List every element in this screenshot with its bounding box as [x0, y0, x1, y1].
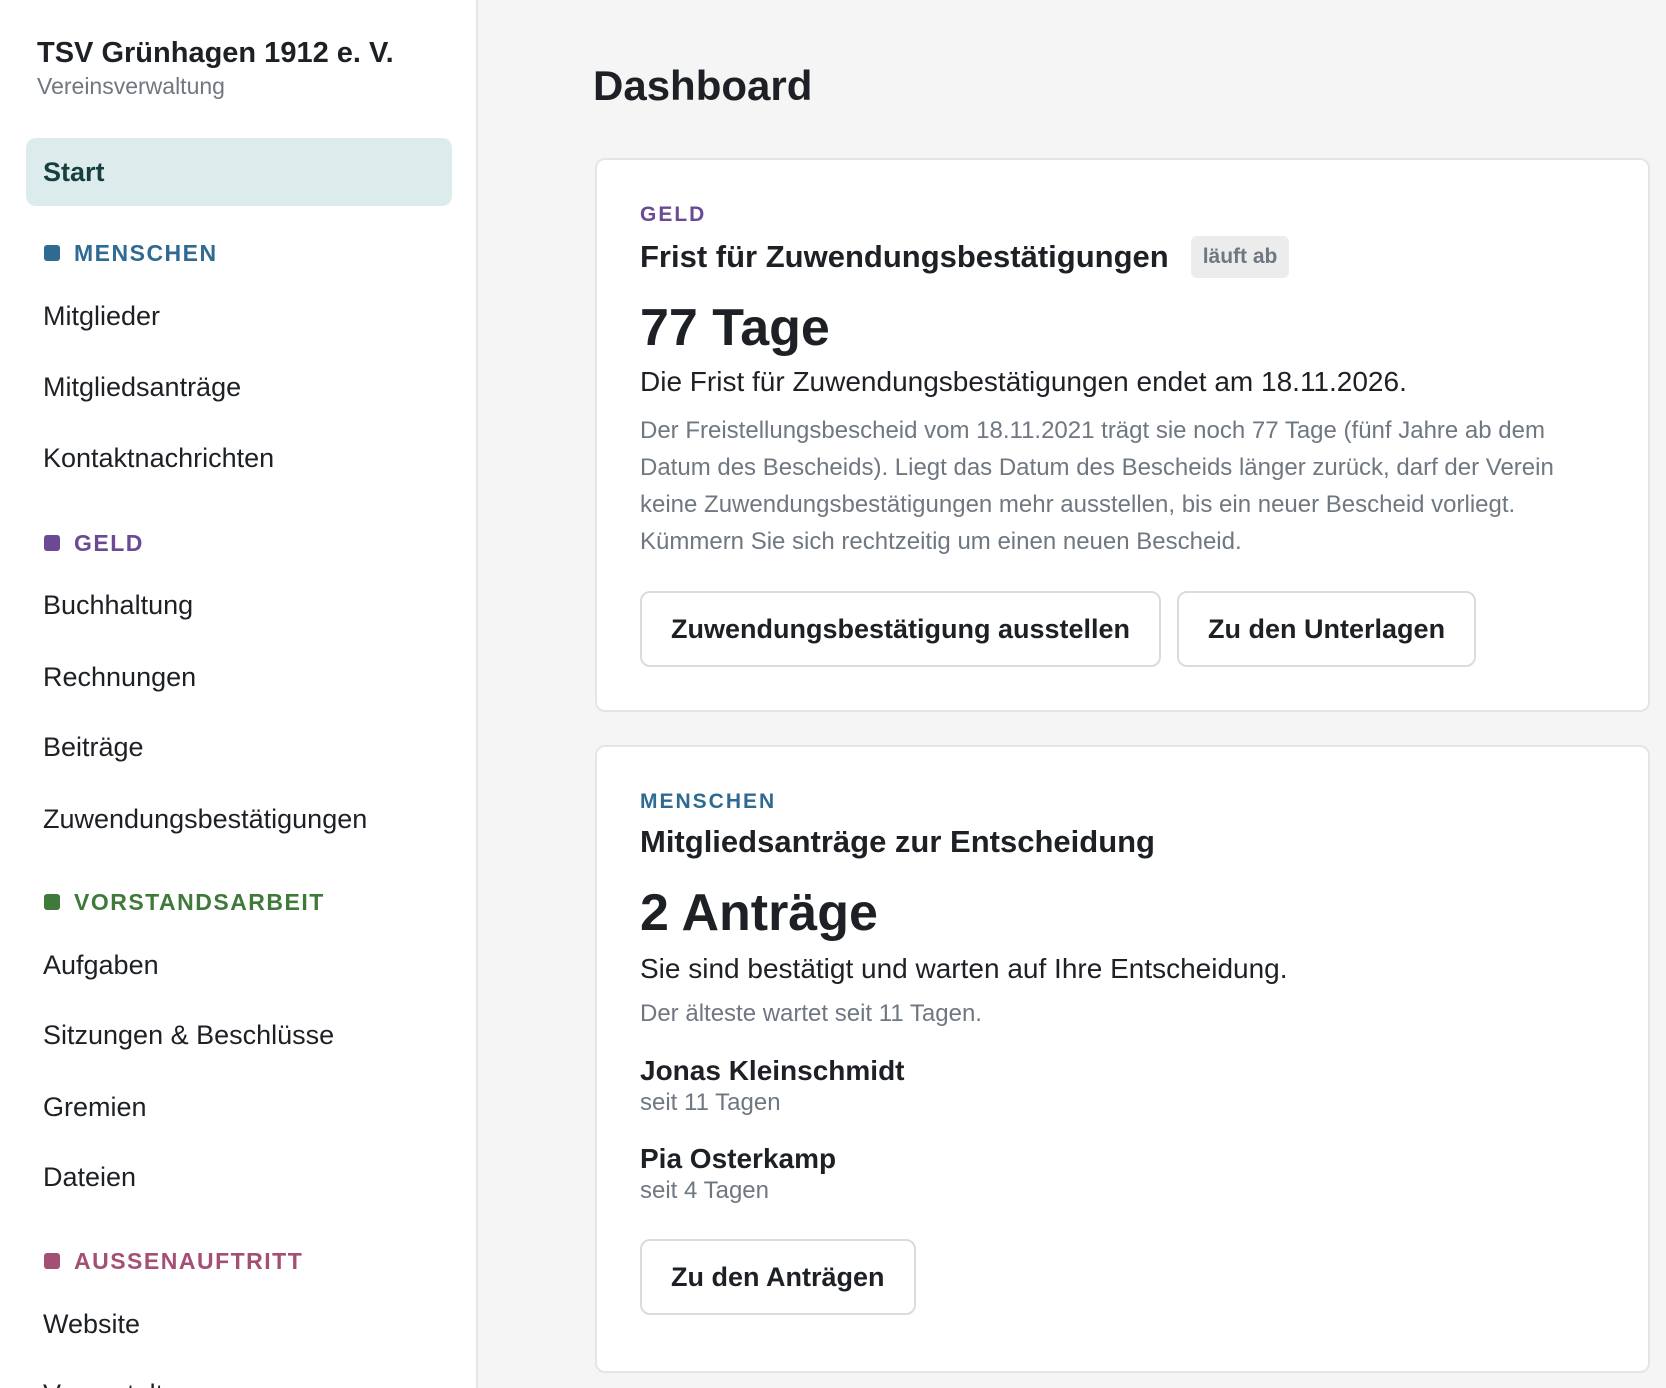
card-category: MENSCHEN: [640, 790, 777, 813]
applications-description: Der älteste wartet seit 11 Tagen.: [640, 1000, 982, 1027]
menschen-marker-icon: [44, 245, 60, 261]
nav-section-geld: GELD: [44, 528, 144, 558]
nav-item-zuwendungsbestaetigungen[interactable]: Zuwendungsbestätigungen: [26, 785, 452, 853]
nav-item-start[interactable]: Start: [26, 138, 452, 206]
page-title: Dashboard: [593, 62, 813, 109]
list-item[interactable]: Pia Osterkamp seit 4 Tagen: [640, 1142, 1605, 1206]
nav-item-sitzungen[interactable]: Sitzungen & Beschlüsse: [26, 1001, 452, 1069]
nav-section-label: VORSTANDSARBEIT: [74, 888, 325, 915]
card-title: Mitgliedsanträge zur Entscheidung: [640, 824, 1155, 859]
geld-marker-icon: [44, 535, 60, 551]
aussen-marker-icon: [44, 1253, 60, 1269]
nav-section-aussenauftritt: AUSSENAUFTRITT: [44, 1246, 303, 1276]
sidebar: TSV Grünhagen 1912 e. V. Vereinsverwaltu…: [0, 0, 478, 1388]
nav-item-website[interactable]: Website: [26, 1290, 452, 1358]
org-header: TSV Grünhagen 1912 e. V. Vereinsverwaltu…: [37, 35, 394, 101]
applications-count: 2 Anträge: [640, 884, 878, 942]
nav-item-rechnungen[interactable]: Rechnungen: [26, 643, 452, 711]
nav-item-mitgliedsantraege[interactable]: Mitgliedsanträge: [26, 353, 452, 421]
nav-item-aufgaben[interactable]: Aufgaben: [26, 931, 452, 999]
nav-item-gremien[interactable]: Gremien: [26, 1073, 452, 1141]
applicant-name: Pia Osterkamp: [640, 1143, 837, 1174]
list-item[interactable]: Jonas Kleinschmidt seit 11 Tagen: [640, 1054, 1605, 1118]
issue-donation-receipt-button[interactable]: Zuwendungsbestätigung ausstellen: [640, 591, 1162, 667]
nav-section-label: AUSSENAUFTRITT: [74, 1247, 304, 1274]
card-category: GELD: [640, 203, 707, 226]
nav-item-kontaktnachrichten[interactable]: Kontaktnachrichten: [26, 424, 452, 492]
deadline-card: GELD Frist für Zuwendungsbestätigungen l…: [595, 158, 1650, 712]
deadline-description: Der Freistellungsbescheid vom 18.11.2021…: [640, 417, 1554, 555]
deadline-value: 77 Tage: [640, 299, 830, 357]
applications-button[interactable]: Zu den Anträgen: [640, 1239, 916, 1315]
applications-lead: Sie sind bestätigt und warten auf Ihre E…: [640, 953, 1288, 984]
nav-section-vorstandsarbeit: VORSTANDSARBEIT: [44, 887, 325, 917]
vorstand-marker-icon: [44, 894, 60, 910]
org-subtitle: Vereinsverwaltung: [37, 73, 225, 99]
applicant-since: seit 11 Tagen: [640, 1089, 781, 1116]
nav-item-mitglieder[interactable]: Mitglieder: [26, 282, 452, 350]
documents-button[interactable]: Zu den Unterlagen: [1177, 591, 1477, 667]
nav-item-dateien[interactable]: Dateien: [26, 1143, 452, 1211]
applications-card: MENSCHEN Mitgliedsanträge zur Entscheidu…: [595, 745, 1650, 1373]
deadline-lead: Die Frist für Zuwendungsbestätigungen en…: [640, 366, 1407, 397]
nav-section-menschen: MENSCHEN: [44, 238, 218, 268]
org-name: TSV Grünhagen 1912 e. V.: [37, 37, 394, 69]
nav-item-buchhaltung[interactable]: Buchhaltung: [26, 571, 452, 639]
main-content: Dashboard GELD Frist für Zuwendungsbestä…: [478, 0, 1666, 1388]
nav-item-beitraege[interactable]: Beiträge: [26, 713, 452, 781]
applicant-name: Jonas Kleinschmidt: [640, 1055, 905, 1086]
nav-section-label: GELD: [74, 529, 144, 556]
card-title: Frist für Zuwendungsbestätigungen: [640, 239, 1169, 274]
applicant-since: seit 4 Tagen: [640, 1177, 769, 1204]
nav-item-veranstaltungen[interactable]: Veranstaltungen: [26, 1360, 452, 1388]
nav-section-label: MENSCHEN: [74, 239, 218, 266]
status-badge: läuft ab: [1190, 236, 1290, 278]
